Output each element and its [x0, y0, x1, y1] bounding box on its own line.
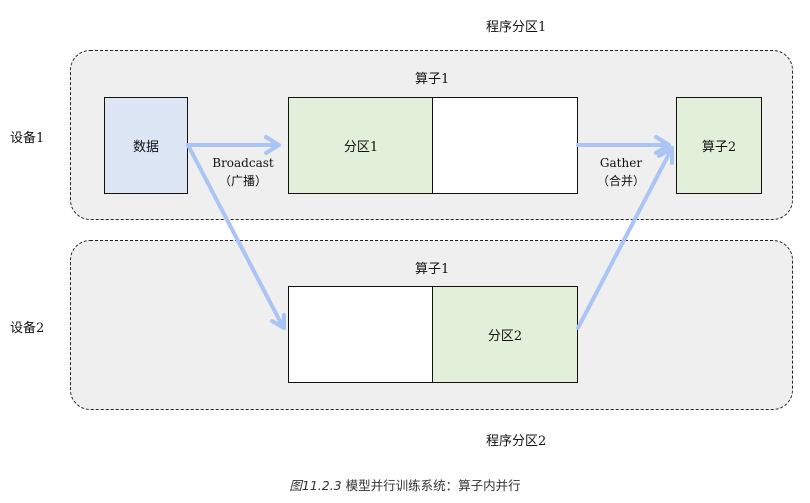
gather-text: Gather [599, 156, 643, 170]
gather-cn-text: （合并） [596, 174, 645, 188]
arrows-layer [186, 135, 674, 330]
figure-caption: 图11.2.3 模型并行训练系统：算子内并行 [0, 475, 810, 494]
figure-number: 图11.2.3 [289, 478, 342, 493]
broadcast-label: Broadcast （广播） [200, 154, 286, 190]
figure-caption-text: 模型并行训练系统：算子内并行 [341, 478, 521, 493]
broadcast-text: Broadcast [212, 156, 274, 170]
broadcast-cn-text: （广播） [218, 174, 267, 188]
gather-label: Gather （合并） [578, 154, 664, 190]
